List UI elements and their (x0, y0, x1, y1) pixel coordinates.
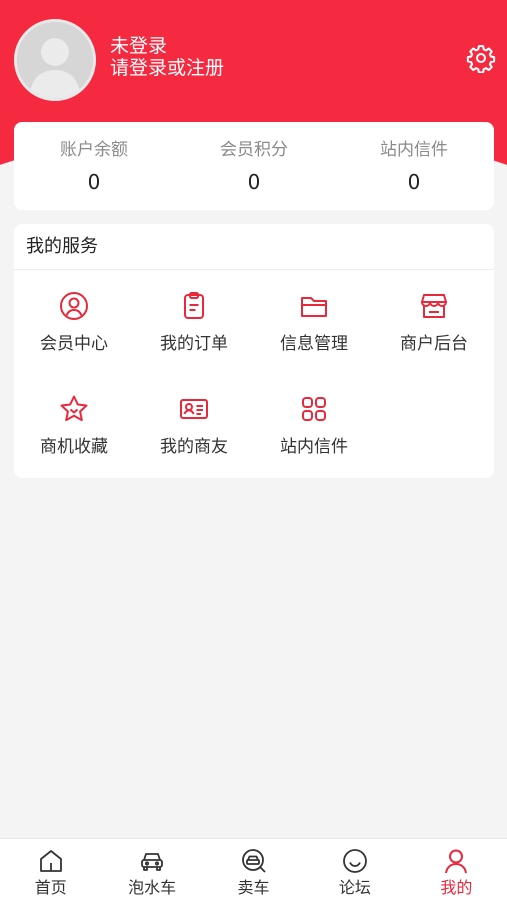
login-register-link[interactable]: 请登录或注册 (110, 57, 224, 79)
stat-label: 会员积分 (220, 140, 288, 160)
gear-icon[interactable] (466, 43, 496, 73)
service-label: 会员中心 (40, 334, 108, 354)
tab-flooded-cars[interactable]: 泡水车 (101, 839, 202, 900)
service-label: 商户后台 (400, 334, 468, 354)
service-member-center[interactable]: 会员中心 (14, 290, 134, 393)
folder-icon (301, 297, 327, 317)
grid-icon (302, 397, 326, 421)
tab-forum[interactable]: 论坛 (304, 839, 405, 900)
car-icon (141, 853, 164, 871)
default-avatar-icon (17, 22, 93, 98)
stat-messages[interactable]: 站内信件 0 (334, 122, 494, 210)
avatar[interactable] (14, 19, 96, 101)
service-my-friends[interactable]: 我的商友 (134, 393, 254, 496)
tab-label: 卖车 (237, 878, 270, 897)
login-status: 未登录 (110, 35, 168, 57)
services-card: 我的服务 会员中心 我的订单 信息管理 商户后台 商机收藏 我的商友 站内信件 (14, 224, 494, 478)
clipboard-icon (184, 292, 204, 319)
service-label: 信息管理 (280, 334, 348, 354)
stat-label: 账户余额 (60, 140, 128, 160)
service-label: 我的订单 (160, 334, 228, 354)
stat-points[interactable]: 会员积分 0 (174, 122, 334, 210)
stat-value: 0 (407, 170, 421, 194)
tab-sell-car[interactable]: 卖车 (203, 839, 304, 900)
services-grid: 会员中心 我的订单 信息管理 商户后台 商机收藏 我的商友 站内信件 (14, 270, 494, 496)
tab-home[interactable]: 首页 (0, 839, 101, 900)
stat-value: 0 (87, 170, 101, 194)
stat-value: 0 (247, 170, 261, 194)
tab-label: 论坛 (338, 878, 371, 897)
tab-label: 泡水车 (128, 878, 177, 897)
service-label: 站内信件 (280, 437, 348, 457)
user-circle-icon (60, 292, 88, 320)
service-info-management[interactable]: 信息管理 (254, 290, 374, 393)
service-label: 商机收藏 (40, 437, 108, 457)
tab-label: 首页 (34, 878, 67, 897)
car-search-icon (241, 849, 266, 873)
star-icon (60, 395, 88, 422)
id-card-icon (180, 399, 208, 419)
smile-icon (343, 849, 367, 873)
service-favorites[interactable]: 商机收藏 (14, 393, 134, 496)
store-icon (421, 294, 447, 318)
service-my-orders[interactable]: 我的订单 (134, 290, 254, 393)
person-icon (445, 849, 468, 874)
bottom-tab-bar: 首页 泡水车 卖车 论坛 我的 (0, 838, 507, 900)
service-label: 我的商友 (160, 437, 228, 457)
home-icon (39, 850, 62, 872)
stat-balance[interactable]: 账户余额 0 (14, 122, 174, 210)
service-merchant-backend[interactable]: 商户后台 (374, 290, 494, 393)
stat-label: 站内信件 (380, 140, 448, 160)
tab-mine[interactable]: 我的 (406, 839, 507, 900)
tab-label: 我的 (440, 878, 473, 897)
account-stats-card: 账户余额 0 会员积分 0 站内信件 0 (14, 122, 494, 210)
service-messages[interactable]: 站内信件 (254, 393, 374, 496)
services-title: 我的服务 (14, 224, 494, 270)
